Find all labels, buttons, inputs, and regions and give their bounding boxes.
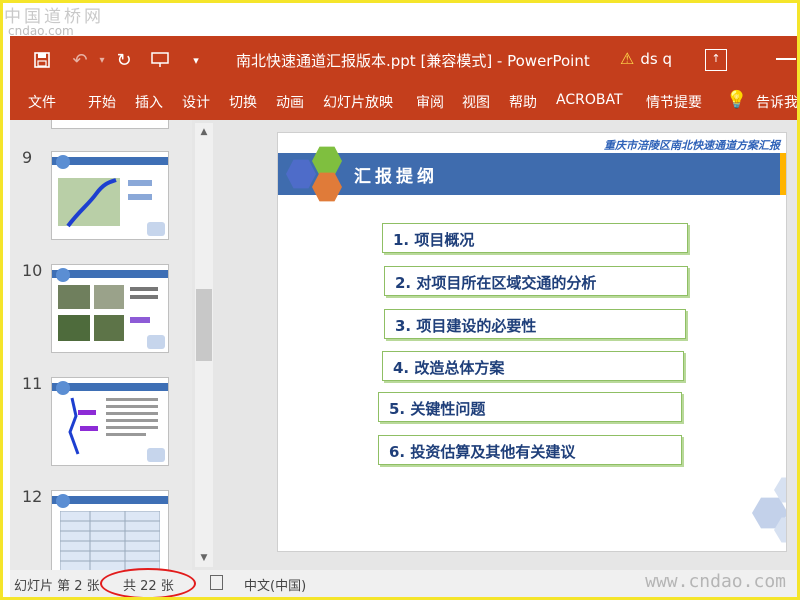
highlight-circle xyxy=(100,568,196,599)
minimize-button[interactable] xyxy=(776,58,796,60)
ribbon-tab-bar: 文件 开始 插入 设计 切换 动画 幻灯片放映 审阅 视图 帮助 ACROBAT… xyxy=(10,84,800,120)
tab-transitions[interactable]: 切换 xyxy=(229,92,257,112)
slide-heading: 汇报提纲 xyxy=(354,167,438,187)
slide-thumbnail-10[interactable] xyxy=(51,264,169,353)
slide-number: 11 xyxy=(22,374,43,393)
window-title: 南北快速通道汇报版本.ppt [兼容模式] - PowerPoint xyxy=(236,52,590,70)
tab-home[interactable]: 开始 xyxy=(88,92,116,112)
warning-icon: ⚠ xyxy=(620,49,635,68)
tab-insert[interactable]: 插入 xyxy=(135,92,163,112)
status-language[interactable]: 中文(中国) xyxy=(244,575,306,594)
tab-slideshow[interactable]: 幻灯片放映 xyxy=(323,92,393,112)
slide-thumbnail-pane: 9 10 11 12 xyxy=(10,120,192,570)
tab-acrobat[interactable]: ACROBAT xyxy=(556,92,623,108)
save-icon[interactable] xyxy=(30,48,54,72)
map-thumbnail-image xyxy=(58,178,152,228)
status-slide-indicator: 幻灯片 第 2 张 xyxy=(14,579,100,594)
tab-design[interactable]: 设计 xyxy=(182,92,210,112)
title-bar: ↶ ▾ ↻ ▾ 南北快速通道汇报版本.ppt [兼容模式] - PowerPoi… xyxy=(10,36,800,84)
tab-help[interactable]: 帮助 xyxy=(509,92,537,112)
outline-item-5[interactable]: 5. 关键性问题 xyxy=(378,392,682,422)
scrollbar-thumb[interactable] xyxy=(196,289,212,361)
tab-view[interactable]: 视图 xyxy=(462,92,490,112)
slide-number: 9 xyxy=(22,148,33,167)
tab-animations[interactable]: 动画 xyxy=(276,92,304,112)
undo-icon[interactable]: ↶ xyxy=(68,48,92,72)
watermark-bottom: www.cndao.com xyxy=(645,571,786,592)
slide-number: 10 xyxy=(22,261,43,280)
undo-dropdown-icon[interactable]: ▾ xyxy=(90,48,114,72)
scroll-down-icon[interactable]: ▼ xyxy=(195,549,213,567)
notes-icon[interactable] xyxy=(210,575,223,590)
user-name: ds q xyxy=(640,50,672,68)
slide-canvas[interactable]: 重庆市涪陵区南北快速通道方案汇报 汇报提纲 1. 项目概况 2. 对项目所在区域… xyxy=(277,132,787,552)
slide-subtitle: 重庆市涪陵区南北快速通道方案汇报 xyxy=(604,139,780,152)
customize-toolbar-icon[interactable]: ▾ xyxy=(184,48,208,72)
user-account[interactable]: ⚠ ds q xyxy=(620,49,672,68)
tab-review[interactable]: 审阅 xyxy=(416,92,444,112)
outline-item-1[interactable]: 1. 项目概况 xyxy=(382,223,688,253)
slide-header-band-edge xyxy=(780,153,786,195)
thumbnail-scrollbar[interactable]: ▲ ▼ xyxy=(195,123,213,567)
slide-number: 12 xyxy=(22,487,43,506)
redo-icon[interactable]: ↻ xyxy=(112,48,136,72)
watermark-top-url: cndao.com xyxy=(8,24,74,38)
outline-item-3[interactable]: 3. 项目建设的必要性 xyxy=(384,309,686,339)
outline-item-4[interactable]: 4. 改造总体方案 xyxy=(382,351,684,381)
tell-me-search[interactable]: 告诉我 xyxy=(756,92,798,112)
slide-thumbnail-12[interactable] xyxy=(51,490,169,570)
ribbon-display-options-icon[interactable]: ↑ xyxy=(705,49,727,71)
table-thumbnail-image xyxy=(60,511,160,570)
slide-thumbnail-8[interactable] xyxy=(51,120,169,129)
slide-thumbnail-9[interactable] xyxy=(51,151,169,240)
workspace: 9 10 11 12 ▲ ▼ 重庆市涪陵区南北快速通道方案汇报 汇报提纲 1. … xyxy=(10,120,800,570)
tab-storyboard[interactable]: 情节提要 xyxy=(646,92,702,112)
outline-item-6[interactable]: 6. 投资估算及其他有关建议 xyxy=(378,435,682,465)
present-icon[interactable] xyxy=(148,48,172,72)
lightbulb-icon[interactable]: 💡 xyxy=(726,90,747,110)
scroll-up-icon[interactable]: ▲ xyxy=(195,123,213,141)
slide-thumbnail-11[interactable] xyxy=(51,377,169,466)
tab-file[interactable]: 文件 xyxy=(28,92,56,112)
outline-item-2[interactable]: 2. 对项目所在区域交通的分析 xyxy=(384,266,688,296)
